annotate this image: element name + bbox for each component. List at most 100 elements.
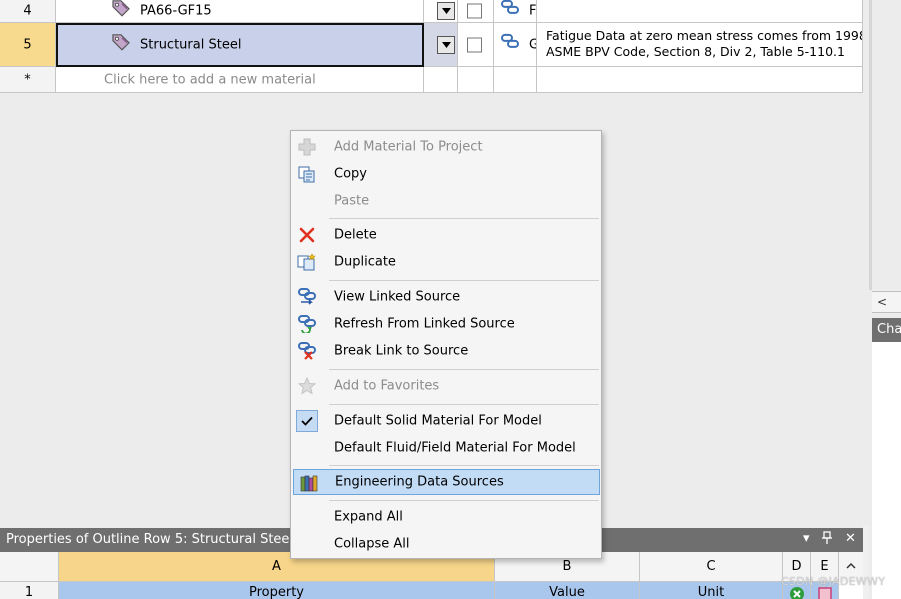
menu-item-label: Expand All — [334, 509, 403, 525]
source-letter: F — [529, 3, 537, 19]
chart-panel-header: Cha — [872, 318, 901, 342]
menu-item-delete[interactable]: Delete — [291, 222, 601, 248]
copy-icon — [296, 164, 318, 184]
panel-menu-dropdown-icon[interactable]: ▾ — [803, 531, 810, 546]
add-material-row[interactable]: * Click here to add a new material — [0, 67, 863, 93]
menu-item-expand-all[interactable]: Expand All — [291, 504, 601, 530]
checkbox[interactable] — [467, 37, 482, 52]
menu-item-add-material-to-project[interactable]: Add Material To Project — [291, 134, 601, 160]
source-cell — [494, 67, 537, 93]
menu-item-engineering-data-sources[interactable]: Engineering Data Sources — [293, 469, 600, 495]
pin-icon[interactable] — [822, 531, 832, 548]
menu-separator — [329, 369, 599, 370]
error-icon — [789, 587, 805, 599]
dropdown-button[interactable] — [437, 2, 455, 20]
row-number: 4 — [23, 3, 32, 19]
menu-separator — [329, 218, 599, 219]
material-name: PA66-GF15 — [140, 3, 212, 19]
new-row-marker: * — [24, 72, 31, 87]
menu-separator — [329, 465, 599, 466]
checked-indicator — [296, 410, 318, 432]
scroll-left-button[interactable]: < — [872, 291, 901, 313]
star-icon — [296, 376, 318, 396]
row-number-cell: 4 — [0, 0, 56, 23]
menu-item-break-link-to-source[interactable]: Break Link to Source — [291, 338, 601, 364]
books-icon — [299, 473, 321, 493]
dropdown-cell — [424, 23, 458, 67]
properties-panel-title: Properties of Outline Row 5: Structural … — [6, 532, 294, 547]
menu-item-label: Add Material To Project — [334, 139, 483, 155]
checkbox-cell — [458, 23, 494, 67]
context-menu: Add Material To Project Copy Paste Delet… — [290, 130, 602, 559]
material-name-cell[interactable]: PA66-GF15 — [56, 0, 424, 23]
menu-item-label: Engineering Data Sources — [335, 474, 504, 490]
property-header-cell: Property — [59, 582, 495, 599]
row-number-cell: 5 — [0, 23, 56, 67]
panel-splitter[interactable] — [869, 0, 872, 290]
add-material-cell[interactable]: Click here to add a new material — [56, 67, 424, 93]
menu-item-paste[interactable]: Paste — [291, 188, 601, 214]
menu-separator — [329, 404, 599, 405]
value-header-cell: Value — [495, 582, 640, 599]
close-icon[interactable]: ✕ — [845, 531, 856, 546]
menu-item-add-to-favorites[interactable]: Add to Favorites — [291, 373, 601, 399]
chart-panel-body — [872, 342, 901, 599]
column-header-c[interactable]: C — [640, 552, 783, 582]
chevron-up-icon — [846, 558, 856, 572]
menu-item-default-solid-material[interactable]: Default Solid Material For Model — [291, 408, 601, 434]
menu-separator — [329, 500, 599, 501]
menu-item-label: Default Fluid/Field Material For Model — [334, 440, 576, 456]
source-letter: G — [529, 37, 536, 52]
description-text: Fatigue Data at zero mean stress comes f… — [546, 28, 863, 60]
duplicate-icon — [296, 252, 318, 272]
description-line: Fatigue Data at zero mean stress comes f… — [546, 28, 863, 43]
row-number-cell: * — [0, 67, 56, 93]
menu-item-collapse-all[interactable]: Collapse All — [291, 531, 601, 557]
menu-item-refresh-from-linked-source[interactable]: Refresh From Linked Source — [291, 311, 601, 337]
description-cell — [537, 67, 863, 93]
add-icon — [296, 137, 318, 157]
menu-item-label: Paste — [334, 193, 370, 209]
watermark: CSDN @JADEWWY — [781, 575, 886, 588]
menu-item-label: View Linked Source — [334, 289, 461, 305]
menu-item-default-fluid-field-material[interactable]: Default Fluid/Field Material For Model — [291, 435, 601, 461]
view-link-icon — [296, 287, 318, 307]
materials-outline-table: 4 PA66-GF15 F 5 Structural Steel Fatigue… — [0, 0, 863, 93]
menu-item-label: Duplicate — [334, 254, 396, 270]
checkmark-icon — [296, 410, 318, 432]
dropdown-cell — [424, 67, 458, 93]
material-name-cell[interactable]: Structural Steel — [56, 23, 424, 67]
properties-table: A B C D E 1 Property Value Unit — [0, 552, 863, 599]
source-cell: G — [494, 23, 537, 67]
filter-icon — [817, 587, 833, 599]
dropdown-button[interactable] — [437, 35, 455, 54]
menu-item-label: Add to Favorites — [334, 378, 440, 394]
row-number: 5 — [23, 37, 32, 52]
chevron-left-icon: < — [877, 295, 888, 309]
menu-item-label: Refresh From Linked Source — [334, 316, 515, 332]
source-cell: F — [494, 0, 537, 23]
menu-item-duplicate[interactable]: Duplicate — [291, 249, 601, 275]
menu-item-view-linked-source[interactable]: View Linked Source — [291, 284, 601, 310]
unit-header-cell: Unit — [640, 582, 783, 599]
add-material-placeholder: Click here to add a new material — [104, 72, 316, 87]
description-cell[interactable] — [537, 0, 863, 23]
description-line: ASME BPV Code, Section 8, Div 2, Table 5… — [546, 44, 845, 59]
menu-item-copy[interactable]: Copy — [291, 161, 601, 187]
delete-icon — [296, 225, 318, 245]
table-row-selected[interactable]: 5 Structural Steel G Fatigue Data at zer… — [0, 23, 863, 67]
row-header-corner — [0, 552, 59, 582]
menu-item-label: Delete — [334, 227, 377, 243]
material-tag-icon — [110, 0, 132, 22]
description-cell[interactable]: Fatigue Data at zero mean stress comes f… — [537, 23, 863, 67]
checkbox[interactable] — [467, 3, 482, 19]
menu-item-label: Break Link to Source — [334, 343, 469, 359]
dropdown-cell — [424, 0, 458, 23]
material-name: Structural Steel — [140, 37, 242, 53]
table-row[interactable]: 4 PA66-GF15 F — [0, 0, 863, 23]
menu-item-label: Copy — [334, 166, 367, 182]
material-tag-icon — [110, 32, 132, 56]
menu-separator — [329, 280, 599, 281]
row-number: 1 — [0, 582, 59, 599]
linked-source-icon — [500, 0, 520, 21]
